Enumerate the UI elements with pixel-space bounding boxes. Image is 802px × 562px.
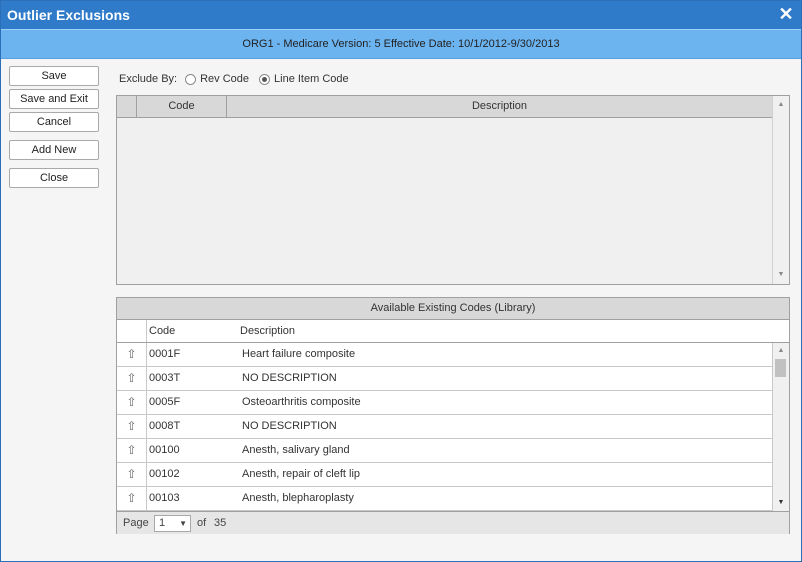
column-header-code[interactable]: Code: [149, 320, 175, 342]
move-up-icon[interactable]: ⇧: [117, 487, 147, 510]
total-pages: 35: [214, 517, 227, 529]
page-select-value: 1: [159, 517, 166, 529]
library-grid: Available Existing Codes (Library) Code …: [116, 297, 790, 534]
version-info-bar: ORG1 - Medicare Version: 5 Effective Dat…: [1, 29, 801, 59]
row-description: NO DESCRIPTION: [242, 372, 337, 384]
scroll-down-arrow-icon[interactable]: ▼: [776, 498, 786, 508]
row-code: 00102: [149, 468, 180, 480]
row-description: Heart failure composite: [242, 348, 356, 360]
of-label: of: [197, 517, 207, 529]
radio-button[interactable]: [185, 73, 197, 85]
table-row[interactable]: ⇧ 00100 Anesth, salivary gland: [117, 439, 772, 463]
row-code: 0003T: [149, 372, 181, 384]
row-description: Anesth, blepharoplasty: [242, 492, 354, 504]
exclude-by-label: Exclude By:: [119, 73, 178, 85]
table-row[interactable]: ⇧ 0001F Heart failure composite: [117, 343, 772, 367]
radio-line-item-code[interactable]: Line Item Code: [259, 73, 349, 85]
move-up-icon[interactable]: ⇧: [117, 367, 147, 390]
library-title: Available Existing Codes (Library): [117, 298, 789, 320]
pager: Page 1 ▼ of 35: [117, 511, 789, 534]
page-select[interactable]: 1 ▼: [154, 515, 191, 532]
move-up-icon[interactable]: ⇧: [117, 463, 147, 486]
outlier-exclusions-dialog: Outlier Exclusions ✕ ORG1 - Medicare Ver…: [0, 0, 802, 562]
radio-label: Rev Code: [200, 73, 250, 85]
row-description: Osteoarthritis composite: [242, 396, 361, 408]
radio-label: Line Item Code: [274, 73, 349, 85]
scroll-down-arrow-icon[interactable]: ▼: [776, 270, 786, 280]
move-up-icon[interactable]: ⇧: [117, 343, 147, 366]
row-code: 00100: [149, 444, 180, 456]
move-up-icon[interactable]: ⇧: [117, 391, 147, 414]
scroll-up-arrow-icon[interactable]: ▲: [776, 346, 786, 356]
table-row[interactable]: ⇧ 00103 Anesth, blepharoplasty: [117, 487, 772, 511]
column-header-code[interactable]: Code: [137, 96, 227, 117]
row-code: 0005F: [149, 396, 181, 408]
close-button[interactable]: Close: [9, 168, 99, 188]
title-bar: Outlier Exclusions ✕: [1, 1, 801, 29]
row-code: 0008T: [149, 420, 181, 432]
save-button[interactable]: Save: [9, 66, 99, 86]
exclude-by-group: Exclude By: Rev Code Line Item Code: [119, 71, 359, 87]
scroll-up-arrow-icon[interactable]: ▲: [776, 100, 786, 110]
table-row[interactable]: ⇧ 00102 Anesth, repair of cleft lip: [117, 463, 772, 487]
close-icon[interactable]: ✕: [777, 4, 795, 24]
exclusions-scrollbar[interactable]: ▲ ▼: [772, 96, 789, 284]
table-row[interactable]: ⇧ 0005F Osteoarthritis composite: [117, 391, 772, 415]
column-header-description[interactable]: Description: [227, 96, 772, 117]
row-code: 0001F: [149, 348, 181, 360]
add-new-button[interactable]: Add New: [9, 140, 99, 160]
row-description: Anesth, repair of cleft lip: [242, 468, 361, 480]
chevron-down-icon[interactable]: ▼: [179, 516, 187, 531]
page-label: Page: [123, 517, 149, 529]
library-rows: ⇧ 0001F Heart failure composite ⇧ 0003T …: [117, 343, 772, 511]
library-scrollbar[interactable]: ▲ ▼: [772, 343, 789, 511]
move-up-icon[interactable]: ⇧: [117, 415, 147, 438]
dialog-title: Outlier Exclusions: [7, 7, 130, 23]
radio-button-selected[interactable]: [259, 73, 271, 85]
save-and-exit-button[interactable]: Save and Exit: [9, 89, 99, 109]
scrollbar-thumb[interactable]: [775, 359, 786, 377]
table-row[interactable]: ⇧ 0008T NO DESCRIPTION: [117, 415, 772, 439]
row-description: NO DESCRIPTION: [242, 420, 337, 432]
exclusions-grid: Code Description ▲ ▼: [116, 95, 790, 285]
column-header-description[interactable]: Description: [240, 320, 295, 342]
move-up-icon[interactable]: ⇧: [117, 439, 147, 462]
row-description: Anesth, salivary gland: [242, 444, 350, 456]
radio-rev-code[interactable]: Rev Code: [185, 73, 249, 85]
cancel-button[interactable]: Cancel: [9, 112, 99, 132]
table-row[interactable]: ⇧ 0003T NO DESCRIPTION: [117, 367, 772, 391]
grid-header: Code Description: [117, 96, 772, 118]
column-divider: [146, 320, 147, 342]
header-spacer: [117, 96, 137, 117]
library-column-headers: Code Description: [117, 320, 789, 343]
row-code: 00103: [149, 492, 180, 504]
